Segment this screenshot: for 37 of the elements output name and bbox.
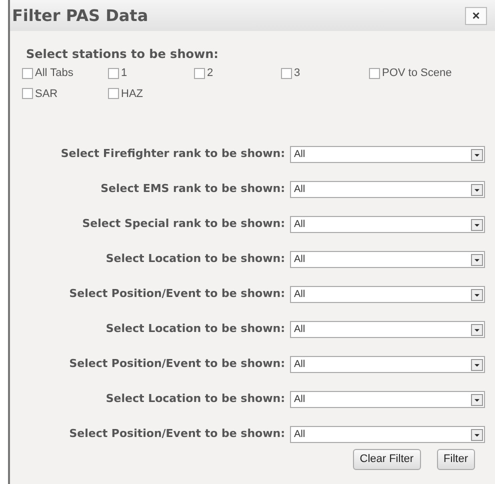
filter-label: Select Special rank to be shown: bbox=[81, 216, 286, 232]
dialog-title: Filter PAS Data bbox=[12, 4, 148, 26]
checkbox[interactable] bbox=[369, 68, 380, 79]
dropdown[interactable]: All bbox=[290, 286, 485, 303]
dropdown[interactable]: All bbox=[290, 216, 485, 233]
checkbox[interactable] bbox=[22, 68, 33, 79]
stations-heading: Select stations to be shown: bbox=[26, 46, 220, 63]
dropdown[interactable]: All bbox=[290, 321, 485, 338]
filter-label: Select Location to be shown: bbox=[104, 391, 286, 407]
dropdown[interactable]: All bbox=[290, 181, 485, 198]
dropdown[interactable]: All bbox=[290, 146, 485, 163]
dropdown[interactable]: All bbox=[290, 391, 485, 408]
checkbox[interactable] bbox=[108, 68, 119, 79]
checkbox-label: 2 bbox=[207, 66, 214, 81]
dropdown[interactable]: All bbox=[290, 426, 485, 443]
filter-label: Select Position/Event to be shown: bbox=[68, 426, 286, 442]
filter-button[interactable]: Filter bbox=[436, 449, 475, 470]
checkbox-label: HAZ bbox=[121, 86, 143, 102]
filter-label: Select Position/Event to be shown: bbox=[68, 286, 286, 302]
checkbox-label: 3 bbox=[294, 66, 300, 81]
filter-label: Select Location to be shown: bbox=[104, 251, 286, 267]
filter-label: Select Position/Event to be shown: bbox=[68, 356, 286, 372]
filter-label: Select Firefighter rank to be shown: bbox=[60, 146, 286, 162]
filter-label: Select Location to be shown: bbox=[104, 321, 286, 337]
checkbox[interactable] bbox=[22, 88, 33, 100]
clear-filter-button[interactable]: Clear Filter bbox=[352, 449, 421, 470]
checkbox-label: POV to Scene bbox=[382, 66, 452, 81]
checkbox[interactable] bbox=[194, 68, 205, 79]
checkbox-label: 1 bbox=[121, 66, 128, 81]
checkbox[interactable] bbox=[108, 88, 119, 100]
dropdown[interactable]: All bbox=[290, 356, 485, 373]
filter-label: Select EMS rank to be shown: bbox=[100, 181, 286, 197]
checkbox[interactable] bbox=[281, 68, 292, 79]
close-button[interactable]: × bbox=[465, 6, 487, 24]
checkbox-label: SAR bbox=[35, 86, 58, 102]
checkbox-label: All Tabs bbox=[35, 66, 74, 81]
dropdown[interactable]: All bbox=[290, 251, 485, 268]
